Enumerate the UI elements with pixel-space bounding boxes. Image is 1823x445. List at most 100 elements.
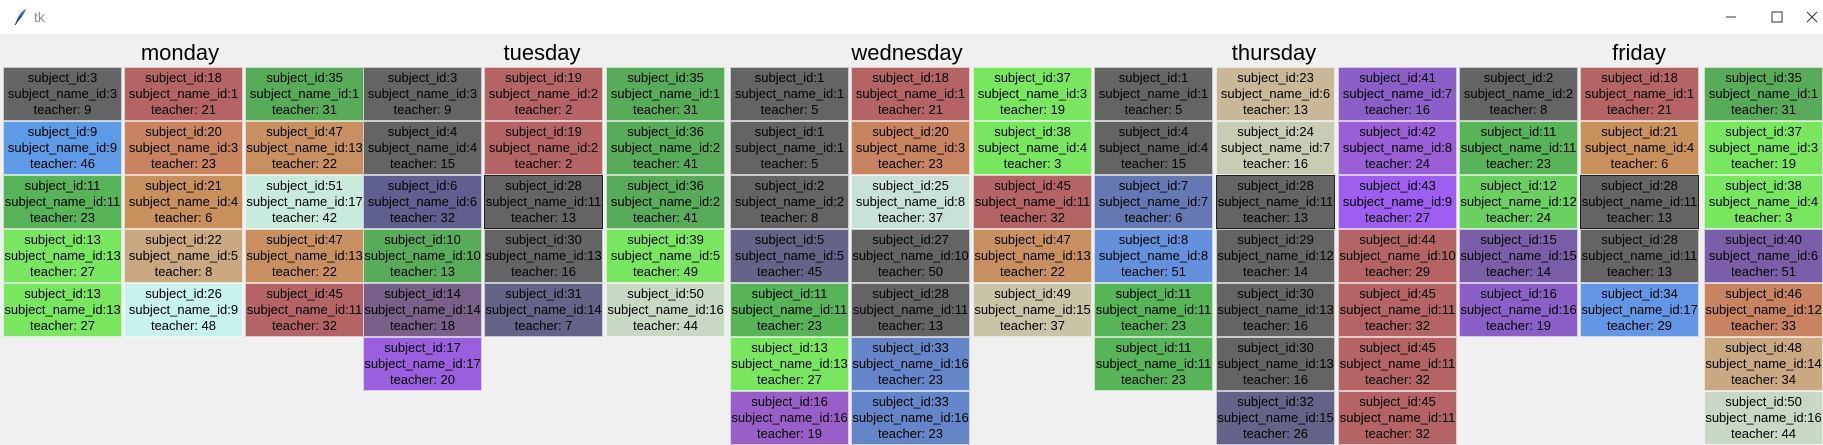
cell-teacher: teacher: 23 <box>1120 318 1187 333</box>
timetable-cell: subject_id:47 subject_name_id:13 teacher: … <box>245 229 364 283</box>
cell-subject-id: subject_id:37 <box>994 70 1071 85</box>
maximize-button[interactable] <box>1754 0 1800 34</box>
cell-subject-id: subject_id:28 <box>872 286 949 301</box>
cell-subject-id: subject_id:11 <box>751 286 828 301</box>
cell-subject-id: subject_id:39 <box>627 232 704 247</box>
cell-subject-name-id: subject_name_id:13 <box>4 302 121 317</box>
timetable-cell: subject_id:36 subject_name_id:2 teacher: 4… <box>606 175 725 229</box>
cell-subject-name-id: subject_name_id:11 <box>1095 302 1212 317</box>
cell-teacher: teacher: 44 <box>632 318 699 333</box>
timetable-cell: subject_id:50 subject_name_id:16 teacher: … <box>1704 391 1823 445</box>
cell-subject-name-id: subject_name_id:7 <box>1342 86 1453 101</box>
cell-subject-name-id: subject_name_id:2 <box>610 140 721 155</box>
cell-teacher: teacher: 8 <box>1489 102 1548 117</box>
cell-subject-id: subject_id:30 <box>505 232 582 247</box>
timetable-cell: subject_id:32 subject_name_id:15 teacher: … <box>1216 391 1335 445</box>
timetable-cell: subject_id:35 subject_name_id:1 teacher: 3… <box>1704 67 1823 121</box>
cell-subject-name-id: subject_name_id:11 <box>1460 140 1577 155</box>
cell-subject-id: subject_id:19 <box>505 124 582 139</box>
cell-teacher: teacher: 32 <box>389 210 456 225</box>
cell-teacher: teacher: 32 <box>1364 372 1431 387</box>
cell-teacher: teacher: 50 <box>877 264 944 279</box>
day-label-monday: monday <box>140 40 220 65</box>
cell-subject-id: subject_id:45 <box>994 178 1071 193</box>
timetable-cell: subject_id:10 subject_name_id:10 teacher: … <box>363 229 482 283</box>
cell-subject-id: subject_id:15 <box>1480 232 1557 247</box>
cell-subject-id: subject_id:36 <box>627 178 704 193</box>
cell-teacher: teacher: 19 <box>1485 318 1552 333</box>
cell-subject-id: subject_id:2 <box>1483 70 1554 85</box>
cell-subject-id: subject_id:30 <box>1237 286 1314 301</box>
cell-subject-id: subject_id:1 <box>754 124 825 139</box>
cell-teacher: teacher: 7 <box>514 318 573 333</box>
timetable-cell: subject_id:47 subject_name_id:13 teacher: … <box>245 121 364 175</box>
minimize-button[interactable] <box>1708 0 1754 34</box>
cell-subject-name-id: subject_name_id:2 <box>734 194 845 209</box>
cell-subject-id: subject_id:38 <box>1725 178 1802 193</box>
cell-teacher: teacher: 34 <box>1730 372 1797 387</box>
cell-subject-id: subject_id:50 <box>627 286 704 301</box>
cell-subject-name-id: subject_name_id:1 <box>855 86 966 101</box>
cell-subject-name-id: subject_name_id:16 <box>852 356 969 371</box>
day-label-friday: friday <box>1612 40 1666 65</box>
cell-teacher: teacher: 21 <box>150 102 217 117</box>
cell-teacher: teacher: 15 <box>389 156 456 171</box>
cell-subject-name-id: subject_name_id:14 <box>1705 356 1822 371</box>
cell-subject-name-id: subject_name_id:1 <box>128 86 239 101</box>
cell-teacher: teacher: 27 <box>29 318 96 333</box>
cell-subject-name-id: subject_name_id:1 <box>1708 86 1819 101</box>
cell-teacher: teacher: 37 <box>999 318 1066 333</box>
cell-subject-id: subject_id:4 <box>1118 124 1189 139</box>
timetable-cell: subject_id:45 subject_name_id:11 teacher: … <box>1338 337 1457 391</box>
cell-teacher: teacher: 13 <box>1606 264 1673 279</box>
cell-subject-name-id: subject_name_id:11 <box>1217 194 1334 209</box>
timetable-cell: subject_id:16 subject_name_id:16 teacher: … <box>1459 283 1578 337</box>
timetable-cell: subject_id:51 subject_name_id:17 teacher: … <box>245 175 364 229</box>
cell-teacher: teacher: 23 <box>29 210 96 225</box>
timetable-cell: subject_id:9 subject_name_id:9 teacher: 46 <box>3 121 122 175</box>
cell-subject-id: subject_id:43 <box>1359 178 1436 193</box>
cell-teacher: teacher: 27 <box>29 264 96 279</box>
cell-subject-name-id: subject_name_id:6 <box>1220 86 1331 101</box>
cell-subject-id: subject_id:29 <box>1237 232 1314 247</box>
cell-subject-id: subject_id:14 <box>384 286 461 301</box>
cell-subject-name-id: subject_name_id:2 <box>488 140 599 155</box>
cell-subject-name-id: subject_name_id:4 <box>367 140 478 155</box>
cell-subject-name-id: subject_name_id:4 <box>1098 140 1209 155</box>
cell-subject-id: subject_id:26 <box>145 286 222 301</box>
cell-teacher: teacher: 32 <box>999 210 1066 225</box>
cell-subject-name-id: subject_name_id:8 <box>1342 140 1453 155</box>
cell-subject-name-id: subject_name_id:11 <box>1339 356 1456 371</box>
timetable-cell: subject_id:36 subject_name_id:2 teacher: 4… <box>606 121 725 175</box>
cell-subject-id: subject_id:13 <box>751 340 828 355</box>
cell-teacher: teacher: 5 <box>760 156 819 171</box>
timetable-cell: subject_id:28 subject_name_id:11 teacher: … <box>1580 175 1699 229</box>
cell-teacher: teacher: 24 <box>1485 210 1552 225</box>
cell-subject-id: subject_id:11 <box>1115 286 1192 301</box>
cell-subject-id: subject_id:31 <box>505 286 582 301</box>
cell-teacher: teacher: 16 <box>1242 156 1309 171</box>
cell-teacher: teacher: 3 <box>1003 156 1062 171</box>
timetable-cell: subject_id:18 subject_name_id:1 teacher: 2… <box>124 67 243 121</box>
timetable-cell: subject_id:6 subject_name_id:6 teacher: 32 <box>363 175 482 229</box>
timetable-cell: subject_id:21 subject_name_id:4 teacher: 6 <box>124 175 243 229</box>
cell-teacher: teacher: 16 <box>1242 372 1309 387</box>
cell-teacher: teacher: 14 <box>1485 264 1552 279</box>
cell-subject-id: subject_id:33 <box>872 340 949 355</box>
cell-subject-id: subject_id:50 <box>1725 394 1802 409</box>
cell-subject-id: subject_id:21 <box>1601 124 1678 139</box>
window-titlebar: tk <box>0 0 1823 34</box>
cell-subject-id: subject_id:45 <box>266 286 343 301</box>
cell-teacher: teacher: 13 <box>877 318 944 333</box>
cell-subject-name-id: subject_name_id:10 <box>852 248 969 263</box>
cell-subject-id: subject_id:13 <box>24 232 101 247</box>
close-button[interactable] <box>1800 0 1823 34</box>
cell-teacher: teacher: 5 <box>760 102 819 117</box>
timetable-cell: subject_id:18 subject_name_id:1 teacher: 2… <box>1580 67 1699 121</box>
timetable-cell: subject_id:39 subject_name_id:5 teacher: 4… <box>606 229 725 283</box>
cell-subject-name-id: subject_name_id:6 <box>367 194 478 209</box>
timetable-cell: subject_id:33 subject_name_id:16 teacher: … <box>851 391 970 445</box>
timetable-cell: subject_id:37 subject_name_id:3 teacher: 1… <box>973 67 1092 121</box>
cell-teacher: teacher: 8 <box>760 210 819 225</box>
cell-subject-name-id: subject_name_id:11 <box>1095 356 1212 371</box>
